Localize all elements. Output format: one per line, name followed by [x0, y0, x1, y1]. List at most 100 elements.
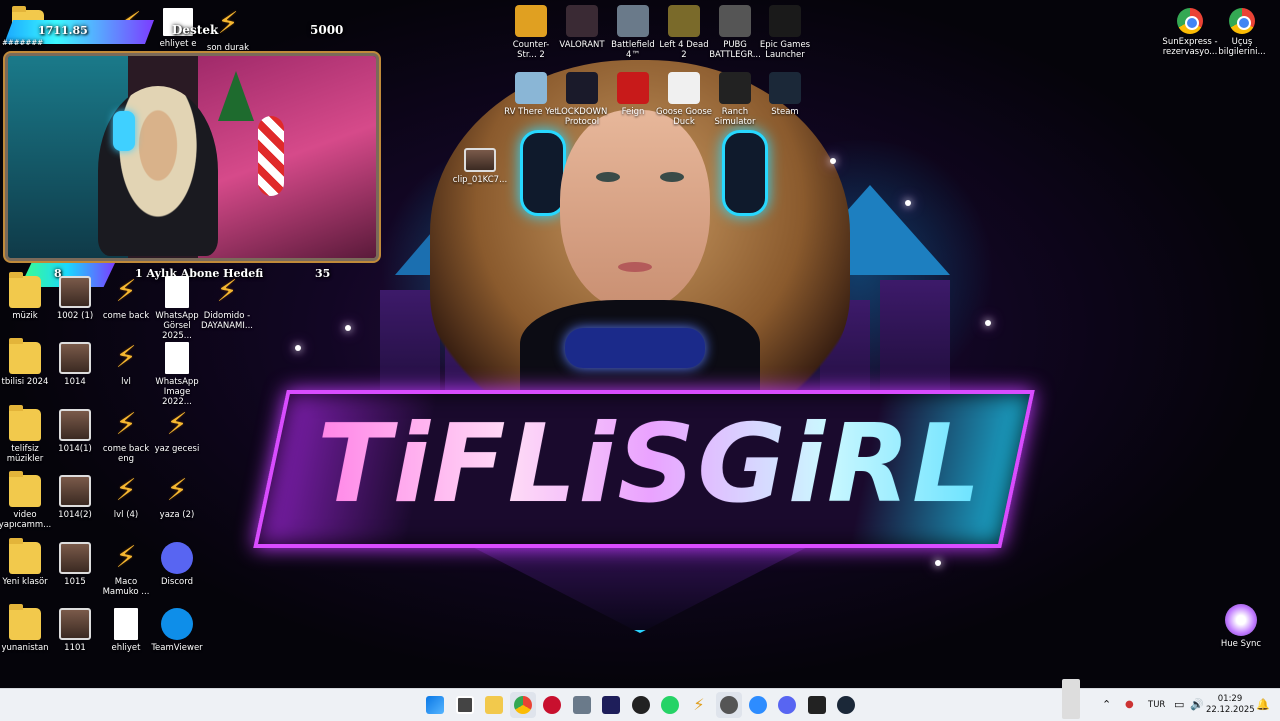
video-file-icon — [59, 475, 91, 507]
hue-bulb-icon — [1225, 604, 1257, 636]
desktop-icon-game[interactable]: RV There Yet — [503, 72, 559, 117]
desktop-icon-game[interactable]: Counter-Str... 2 — [503, 5, 559, 60]
steam-taskbar-icon[interactable] — [837, 696, 855, 714]
desktop-icon[interactable]: telifsiz müzikler — [0, 405, 53, 464]
discord-taskbar-icon[interactable] — [778, 696, 796, 714]
desktop-icon[interactable]: yunanistan — [0, 604, 53, 653]
desktop-icon[interactable]: video yapıcamm... — [0, 471, 53, 530]
wallpaper-eye — [596, 172, 620, 182]
desktop-icon[interactable]: ehliyet — [98, 608, 154, 653]
wallpaper-building — [880, 280, 950, 400]
document-icon — [114, 608, 138, 640]
task-view-icon[interactable] — [456, 696, 474, 714]
desktop-icon-game[interactable]: VALORANT — [554, 5, 610, 50]
desktop-icon[interactable]: yaz gecesi — [149, 409, 205, 454]
desktop-icon-sunexpress[interactable]: SunExpress - rezervasyo... — [1162, 8, 1218, 57]
zoom-icon[interactable] — [749, 696, 767, 714]
desktop-icon-label: Steam — [771, 107, 799, 117]
camera-icon[interactable] — [573, 696, 591, 714]
desktop-icon-label: telifsiz müzikler — [6, 444, 44, 464]
desktop-icon-game[interactable]: PUBG BATTLEGR... — [707, 5, 763, 60]
desktop-icon[interactable]: Didomido - DAYANAMI... — [199, 276, 255, 331]
desktop-icon-ucus[interactable]: Uçuş bilgilerini... — [1214, 8, 1270, 57]
donation-goal-value: 5000 — [310, 23, 344, 37]
teamviewer-icon — [161, 608, 193, 640]
game-icon — [719, 72, 751, 104]
desktop-icon[interactable]: tbilisi 2024 — [0, 338, 53, 387]
windows-start-icon[interactable] — [426, 696, 444, 714]
desktop-icon[interactable]: come back — [98, 276, 154, 321]
winamp-taskbar-icon[interactable]: ⚡ — [690, 696, 708, 714]
sparkle-icon — [295, 345, 301, 351]
capcut-icon[interactable] — [808, 696, 826, 714]
desktop-icon-label: ehliyet — [111, 643, 141, 653]
speaker-icon[interactable]: 🔊 — [1190, 689, 1204, 721]
language-indicator[interactable]: TUR — [1148, 689, 1165, 721]
chrome-taskbar-icon[interactable] — [514, 696, 532, 714]
notification-bell-icon[interactable]: 🔔 — [1256, 689, 1270, 721]
desktop-icon[interactable]: Maco Mamuko ... — [98, 542, 154, 597]
desktop-icon[interactable]: yaza (2) — [149, 475, 205, 520]
desktop-icon-game[interactable]: Goose Goose Duck — [656, 72, 712, 127]
folder-icon — [9, 405, 41, 441]
desktop-icon-game[interactable]: Feign — [605, 72, 661, 117]
desktop-icon-label: PUBG BATTLEGR... — [709, 40, 761, 60]
desktop-icon[interactable]: Discord — [149, 542, 205, 587]
winamp-bolt-icon — [110, 276, 142, 308]
gamepad-icon — [565, 328, 705, 368]
game-icon — [515, 5, 547, 37]
desktop-icon-game[interactable]: Epic Games Launcher — [757, 5, 813, 60]
desktop-icon-label: tbilisi 2024 — [1, 377, 49, 387]
microphone-icon[interactable]: ● — [1125, 689, 1134, 721]
taskbar-clock[interactable]: 01:29 22.12.2025 — [1206, 694, 1255, 716]
desktop-icon-game[interactable]: Left 4 Dead 2 — [656, 5, 712, 60]
device-icon[interactable] — [1062, 679, 1080, 719]
christmas-tree-icon — [218, 71, 254, 121]
desktop-icon-label: yaz gecesi — [154, 444, 200, 454]
desktop-icon-label: WhatsApp Görsel 2025... — [155, 311, 199, 341]
winamp-bolt-icon — [161, 409, 193, 441]
desktop-icon[interactable]: 1002 (1) — [47, 276, 103, 321]
desktop-icon[interactable]: lvl (4) — [98, 475, 154, 520]
folder-icon — [9, 272, 41, 308]
desktop-icon-label: Ranch Simulator — [714, 107, 756, 127]
chrome-icon — [1229, 8, 1255, 34]
desktop-icon[interactable]: come back eng — [98, 409, 154, 464]
desktop-icon-game[interactable]: Battlefield 4™ — [605, 5, 661, 60]
desktop-icon-label: Epic Games Launcher — [759, 40, 811, 60]
desktop-icon[interactable]: WhatsApp Image 2022... — [149, 342, 205, 407]
desktop-icon[interactable]: 1101 — [47, 608, 103, 653]
desktop-icon[interactable]: 1015 — [47, 542, 103, 587]
sparkle-icon — [985, 320, 991, 326]
whatsapp-icon[interactable] — [661, 696, 679, 714]
premiere-pro-icon[interactable] — [602, 696, 620, 714]
folder-icon — [9, 338, 41, 374]
desktop-icon-game[interactable]: Steam — [757, 72, 813, 117]
desktop-icon[interactable]: Yeni klasör — [0, 538, 53, 587]
desktop-icon[interactable]: 1014(2) — [47, 475, 103, 520]
desktop-icon-game[interactable]: LOCKDOWN Protocol — [554, 72, 610, 127]
chevron-up-icon[interactable]: ⌃ — [1102, 689, 1111, 721]
video-file-icon — [59, 409, 91, 441]
desktop-icon[interactable]: WhatsApp Görsel 2025... — [149, 276, 205, 341]
winamp-bolt-icon — [211, 276, 243, 308]
file-explorer-icon[interactable] — [485, 696, 503, 714]
obs-icon[interactable] — [632, 696, 650, 714]
app-icon[interactable] — [720, 696, 738, 714]
candy-cane-icon — [258, 116, 284, 196]
power-icon[interactable] — [543, 696, 561, 714]
desktop-icon[interactable]: 1014(1) — [47, 409, 103, 454]
desktop-icon[interactable]: 1014 — [47, 342, 103, 387]
folder-icon — [9, 538, 41, 574]
desktop-icon[interactable]: lvl — [98, 342, 154, 387]
desktop-icon-clip[interactable]: clip_01KC7... — [452, 148, 508, 185]
document-icon — [165, 276, 189, 308]
winamp-bolt-icon — [110, 475, 142, 507]
desktop-icon[interactable]: TeamViewer — [149, 608, 205, 653]
desktop-icon[interactable]: müzik — [0, 272, 53, 321]
desktop-icon-label: müzik — [12, 311, 38, 321]
desktop-icon-game[interactable]: Ranch Simulator — [707, 72, 763, 127]
desktop-icon-label: 1014 — [64, 377, 86, 387]
desktop-icon-hue-sync[interactable]: Hue Sync — [1213, 604, 1269, 649]
network-icon[interactable]: ▭ — [1174, 689, 1184, 721]
